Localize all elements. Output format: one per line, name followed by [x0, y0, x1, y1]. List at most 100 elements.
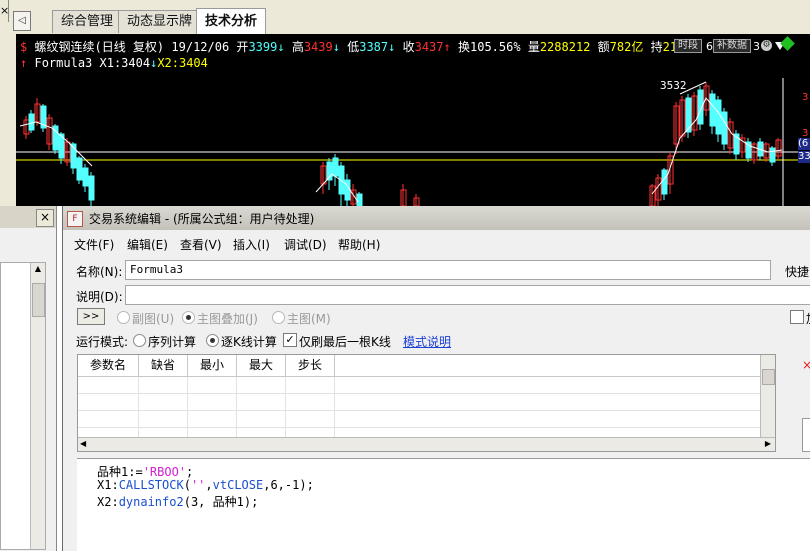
candle-body	[721, 111, 728, 145]
volume-value: 2288212	[539, 40, 591, 54]
radio-series-calc[interactable]	[133, 334, 146, 347]
candle-body	[709, 93, 716, 127]
arrow-up-icon: ↑	[20, 56, 28, 70]
trading-system-editor-dialog: F 交易系统编辑 - (所属公式组：用户待处理) 文件(F) 编辑(E) 查看(…	[62, 206, 810, 552]
mode-help-link[interactable]: 模式说明	[403, 333, 451, 350]
close-button[interactable]: ×	[36, 209, 54, 227]
amount-label: 额	[597, 40, 610, 54]
candle-body	[344, 179, 351, 201]
expand-button[interactable]: >>	[77, 308, 105, 325]
axis-label: 33	[798, 151, 810, 163]
instrument-name: 螺纹钢连续(日线 复权)	[34, 40, 165, 54]
table-vertical-scrollbar[interactable]	[760, 355, 775, 437]
high-value: 3439	[303, 40, 333, 54]
left-list[interactable]: ▲	[0, 262, 46, 550]
chart-info-line-2: ↑ Formula3 X1:3404↓X2:3404	[20, 56, 208, 70]
bar-date: 19/12/06	[171, 40, 230, 54]
timeframe-button[interactable]: 时段	[674, 39, 702, 53]
dollar-icon: $	[20, 40, 28, 54]
table-row[interactable]	[78, 393, 775, 394]
name-label: 名称(N):	[76, 265, 123, 279]
code-editor[interactable]: 品种1:='RBOO'; X1:CALLSTOCK('',vtCLOSE,6,-…	[77, 458, 810, 552]
arrow-down-icon: ↓	[332, 40, 340, 54]
description-label: 说明(D):	[76, 290, 123, 304]
tab-overview[interactable]: 综合管理	[52, 10, 123, 33]
left-panel-titlebar: ×	[0, 206, 56, 228]
info-tail: 6	[706, 40, 713, 53]
menu-file[interactable]: 文件(F)	[74, 236, 114, 253]
low-value: 3387	[359, 40, 389, 54]
peak-price-label: 3532	[660, 79, 687, 92]
menu-bar: 文件(F) 编辑(E) 查看(V) 插入(I) 调试(D) 帮助(H)	[63, 232, 810, 254]
open-value: 3399	[248, 40, 278, 54]
side-panel-edge	[802, 418, 810, 452]
column-header[interactable]: 参数名	[78, 355, 139, 377]
scroll-thumb[interactable]	[32, 283, 45, 317]
code-line-2: X1:CALLSTOCK('',vtCLOSE,6,-1);	[97, 478, 314, 492]
candle-body	[661, 169, 668, 195]
radio-series-calc-label: 序列计算	[148, 335, 197, 349]
refresh-last-label: 仅刷最后一根K线	[299, 335, 391, 349]
column-header[interactable]: 最小	[188, 355, 237, 377]
app-icon: F	[67, 211, 83, 227]
radio-main-chart[interactable]	[272, 311, 285, 324]
left-strip	[0, 34, 17, 206]
code-line-3: X2:dynainfo2(3, 品种1);	[97, 495, 259, 509]
radio-per-bar-calc[interactable]	[206, 334, 219, 347]
info-tail-2: 3	[753, 40, 760, 53]
column-header[interactable]: 步长	[286, 355, 335, 377]
right-checkbox[interactable]	[790, 310, 804, 324]
name-field[interactable]: Formula3	[125, 260, 771, 280]
scroll-thumb[interactable]	[762, 369, 775, 385]
parameter-table[interactable]: 参数名 缺省 最小 最大 步长 ◀ ▶	[77, 354, 776, 452]
refresh-last-checkbox[interactable]: ✓	[283, 333, 297, 347]
x2-value: X2:3404	[157, 56, 208, 70]
tab-bar: ◁ 综合管理 动态显示牌 技术分析	[0, 0, 810, 35]
menu-help[interactable]: 帮助(H)	[338, 236, 380, 253]
axis-label: (6	[798, 138, 810, 150]
shortcut-label: 快捷	[785, 265, 810, 279]
column-header[interactable]: 最大	[237, 355, 286, 377]
radio-per-bar-calc-label: 逐K线计算	[221, 335, 277, 349]
amount-value: 782亿	[609, 40, 644, 54]
left-panel: × ▲	[0, 206, 57, 551]
scroll-up-icon[interactable]: ▲	[32, 263, 44, 275]
close-icon[interactable]: ×	[802, 358, 810, 372]
arrow-down-icon: ↓	[277, 40, 285, 54]
column-header-empty	[335, 355, 775, 377]
moving-average-line	[315, 173, 359, 203]
menu-insert[interactable]: 插入(I)	[233, 236, 270, 253]
table-row[interactable]	[78, 427, 775, 428]
description-field[interactable]	[125, 285, 810, 305]
candle-body	[356, 193, 363, 206]
table-row[interactable]	[78, 410, 775, 411]
kline-chart[interactable]: $ 螺纹钢连续(日线 复权) 19/12/06 开3399↓ 高3439↓ 低3…	[16, 34, 810, 206]
right-checkbox-label: 加	[806, 310, 810, 327]
menu-edit[interactable]: 编辑(E)	[127, 236, 168, 253]
menu-debug[interactable]: 调试(D)	[284, 236, 327, 253]
run-mode-label: 运行模式:	[76, 335, 129, 349]
scroll-left-icon[interactable]: ◀	[80, 439, 86, 448]
open-label: 开	[236, 40, 249, 54]
tab-dynamic-board[interactable]: 动态显示牌	[118, 10, 202, 33]
x1-value: X1:3404	[99, 56, 151, 70]
close-icon[interactable]: ×	[0, 0, 9, 22]
axis-label: 3	[802, 92, 809, 103]
turnover-value: 105.56%	[470, 40, 521, 54]
gear-icon[interactable]: ⚙	[761, 40, 772, 51]
candle-body	[82, 167, 89, 187]
column-header[interactable]: 缺省	[139, 355, 188, 377]
low-label: 低	[347, 40, 360, 54]
supplement-data-button[interactable]: 补数据	[713, 39, 751, 53]
tab-technical-analysis[interactable]: 技术分析	[196, 8, 267, 34]
turnover-label: 换	[457, 40, 470, 54]
table-horizontal-scrollbar[interactable]: ◀ ▶	[78, 437, 775, 451]
dialog-titlebar[interactable]: F 交易系统编辑 - (所属公式组：用户待处理)	[63, 206, 810, 230]
radio-subchart[interactable]	[117, 311, 130, 324]
scroll-left-button[interactable]: ◁	[13, 11, 31, 31]
scroll-right-icon[interactable]: ▶	[765, 439, 771, 448]
vertical-scrollbar[interactable]: ▲	[30, 263, 45, 549]
radio-main-overlay[interactable]	[182, 311, 195, 324]
candle-body	[28, 113, 35, 131]
menu-view[interactable]: 查看(V)	[180, 236, 222, 253]
